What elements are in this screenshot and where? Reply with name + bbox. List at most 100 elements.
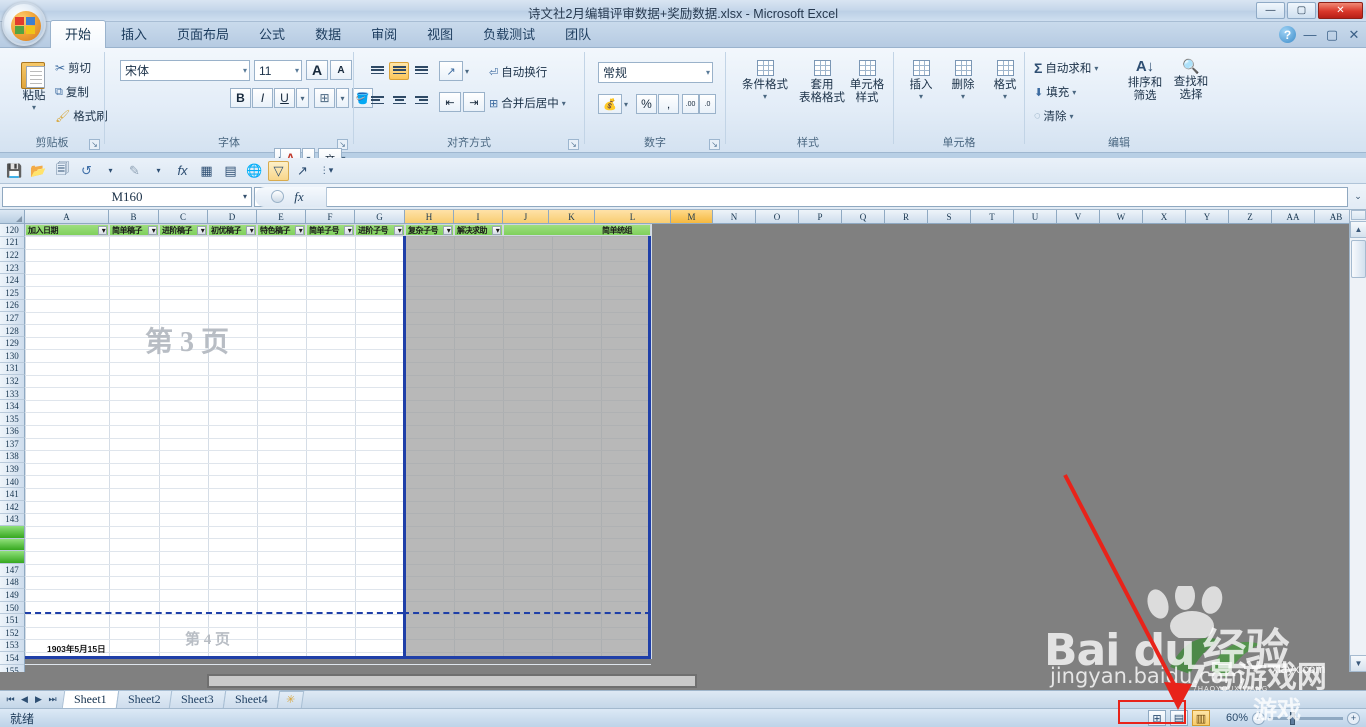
cut-button[interactable]: ✂ 剪切 <box>55 60 91 76</box>
row-header-134[interactable]: 134 <box>0 400 25 413</box>
tab-view[interactable]: 视图 <box>412 20 468 48</box>
header-cell-B[interactable]: 简单稿子 ▾ <box>109 224 159 236</box>
insert-caret-icon[interactable]: ▾ <box>919 92 923 101</box>
row-header-147[interactable]: 147 <box>0 564 25 577</box>
borders-caret[interactable]: ▾ <box>336 88 349 108</box>
align-bottom-button[interactable] <box>411 62 431 80</box>
spreadsheet-grid[interactable]: A B C D E F G H I J K L M N O P Q R S T … <box>0 210 1366 672</box>
row-header-122[interactable]: 122 <box>0 249 25 262</box>
insert-sheet-button[interactable]: ✳ <box>276 691 305 708</box>
row-header-140[interactable]: 140 <box>0 475 25 489</box>
borders-button[interactable]: ⊞ <box>314 88 335 108</box>
conditional-formatting-button[interactable]: 条件格式 ▾ <box>735 60 795 101</box>
zoom-in-button[interactable]: + <box>1347 711 1360 725</box>
row-header-153[interactable]: 153 <box>0 639 25 653</box>
view-page-break-button[interactable]: ▥ <box>1192 710 1210 726</box>
wrap-text-button[interactable]: ⏎ 自动换行 <box>489 64 547 80</box>
filter-dropdown-B[interactable]: ▾ <box>148 226 157 235</box>
list-icon[interactable]: ▤ <box>220 161 241 181</box>
currency-caret[interactable]: ▾ <box>620 94 632 114</box>
fill-caret-icon[interactable]: ▾ <box>1072 88 1076 97</box>
align-middle-button[interactable] <box>389 62 409 80</box>
row-header-150[interactable]: 150 <box>0 601 25 615</box>
col-header-J[interactable]: J <box>503 210 549 224</box>
redo-caret-icon[interactable]: ▾ <box>148 161 169 181</box>
col-header-Q[interactable]: Q <box>842 210 885 224</box>
close-button[interactable]: ✕ <box>1318 2 1363 19</box>
orientation-icon[interactable]: ↗ <box>292 161 313 181</box>
row-header-131[interactable]: 131 <box>0 362 25 376</box>
bold-button[interactable]: B <box>230 88 251 108</box>
zoom-track[interactable] <box>1269 711 1343 725</box>
insert-function-icon[interactable]: fx <box>288 189 309 205</box>
col-header-V[interactable]: V <box>1057 210 1100 224</box>
undo-icon[interactable]: ↺ <box>76 161 97 181</box>
col-header-Y[interactable]: Y <box>1186 210 1229 224</box>
currency-button[interactable]: 💰 <box>598 94 622 114</box>
row-header-154[interactable]: 154 <box>0 652 25 665</box>
decrease-indent-button[interactable]: ⇤ <box>439 92 461 112</box>
row-header-144[interactable]: 144 <box>0 526 25 539</box>
row-header-124[interactable]: 124 <box>0 274 25 287</box>
col-header-O[interactable]: O <box>756 210 799 224</box>
row-header-149[interactable]: 149 <box>0 589 25 602</box>
tab-data[interactable]: 数据 <box>300 20 356 48</box>
decrease-decimal-button[interactable]: .0 <box>699 94 716 114</box>
format-cells-button[interactable]: 格式 ▾ <box>987 60 1023 101</box>
header-cell-G[interactable]: 进阶子号 ▾ <box>355 224 405 236</box>
formula-input-zone[interactable]: fx <box>254 186 1348 207</box>
tab-page-layout[interactable]: 页面布局 <box>162 20 244 48</box>
align-center-button[interactable] <box>389 92 409 110</box>
scroll-up-arrow[interactable]: ▲ <box>1350 221 1366 238</box>
col-header-L[interactable]: L <box>595 210 671 224</box>
header-cell-A[interactable]: 加入日期 ▾ <box>25 224 109 236</box>
next-sheet-button[interactable]: ▶ <box>32 694 45 705</box>
zoom-slider[interactable]: − + <box>1252 711 1360 725</box>
increase-decimal-button[interactable]: .00 <box>682 94 699 114</box>
conditional-caret-icon[interactable]: ▾ <box>763 92 767 101</box>
open-icon[interactable]: 📂 <box>28 161 49 181</box>
vertical-scroll-thumb[interactable] <box>1351 240 1366 278</box>
header-cell-E[interactable]: 特色稿子 ▾ <box>257 224 306 236</box>
font-size-caret-icon[interactable]: ▾ <box>295 66 299 75</box>
filter-icon[interactable]: ▽ <box>268 160 289 181</box>
increase-indent-button[interactable]: ⇥ <box>463 92 485 112</box>
row-header-128[interactable]: 128 <box>0 324 25 338</box>
orientation-caret[interactable]: ▾ <box>461 61 473 81</box>
autosum-button[interactable]: Σ 自动求和 ▾ <box>1034 60 1098 76</box>
comma-button[interactable]: , <box>658 94 679 114</box>
number-dialog-launcher[interactable]: ↘ <box>709 139 720 150</box>
filter-dropdown-F[interactable]: ▾ <box>344 226 353 235</box>
zoom-thumb[interactable] <box>1290 711 1295 725</box>
row-header-145[interactable]: 145 <box>0 538 25 552</box>
col-header-R[interactable]: R <box>885 210 928 224</box>
orientation-button[interactable]: ↗ <box>439 61 463 81</box>
maximize-button[interactable]: ▢ <box>1287 2 1316 19</box>
row-header-136[interactable]: 136 <box>0 425 25 439</box>
formula-icon[interactable]: fx <box>172 161 193 181</box>
close-ribbon-icon[interactable]: ✕ <box>1346 27 1362 43</box>
tab-team[interactable]: 团队 <box>550 20 606 48</box>
zoom-out-button[interactable]: − <box>1252 711 1265 725</box>
redo-icon[interactable]: ✎ <box>124 161 145 181</box>
row-header-132[interactable]: 132 <box>0 375 25 388</box>
row-header-151[interactable]: 151 <box>0 614 25 627</box>
align-top-button[interactable] <box>367 62 387 80</box>
col-header-M[interactable]: M <box>671 210 713 224</box>
underline-caret[interactable]: ▾ <box>296 88 309 108</box>
formula-cancel-icon[interactable] <box>271 190 285 203</box>
customize-qat-icon[interactable]: ⋮▾ <box>316 161 337 181</box>
row-header-148[interactable]: 148 <box>0 576 25 590</box>
col-header-U[interactable]: U <box>1014 210 1057 224</box>
col-header-A[interactable]: A <box>25 210 109 224</box>
row-header-130[interactable]: 130 <box>0 349 25 363</box>
filter-dropdown-D[interactable]: ▾ <box>246 226 255 235</box>
name-box[interactable]: M160 ▾ <box>2 186 252 207</box>
header-cell-F[interactable]: 简单子号 ▾ <box>306 224 355 236</box>
row-header-121[interactable]: 121 <box>0 236 25 250</box>
font-size-input[interactable]: 11 ▾ <box>254 60 302 81</box>
row-header-133[interactable]: 133 <box>0 387 25 401</box>
row-header-141[interactable]: 141 <box>0 488 25 502</box>
last-sheet-button[interactable]: ⏭ <box>46 694 59 705</box>
delete-caret-icon[interactable]: ▾ <box>961 92 965 101</box>
